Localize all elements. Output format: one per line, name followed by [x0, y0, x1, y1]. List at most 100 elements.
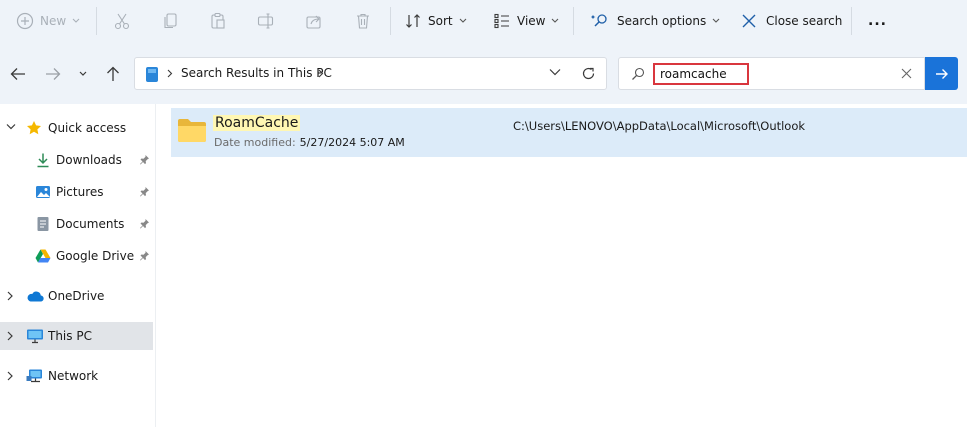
- breadcrumb[interactable]: Search Results in This PC: [181, 66, 332, 80]
- chevron-down-icon: [552, 18, 559, 23]
- documents-icon: [37, 217, 49, 231]
- chevron-right-icon[interactable]: [6, 291, 14, 301]
- folder-icon: [178, 119, 206, 142]
- arrow-right-icon: [935, 68, 948, 79]
- sidebar-item-onedrive[interactable]: OneDrive: [0, 282, 153, 310]
- list-view-icon: [494, 13, 509, 29]
- share-icon: [306, 15, 321, 29]
- rename-button[interactable]: [257, 8, 275, 34]
- chevron-down-icon: [79, 71, 87, 76]
- close-search-label: Close search: [766, 14, 843, 28]
- pin-icon[interactable]: [139, 218, 150, 229]
- chevron-right-icon: [167, 69, 173, 78]
- view-button-label: View: [517, 14, 546, 28]
- chevron-down-icon: [459, 18, 466, 23]
- forward-button[interactable]: [43, 64, 63, 84]
- download-icon: [37, 153, 49, 168]
- search-box[interactable]: [618, 57, 925, 90]
- date-modified-label: Date modified:: [214, 136, 296, 149]
- search-options-button[interactable]: Search options: [591, 8, 720, 34]
- list-item[interactable]: RoamCache Date modified: 5/27/2024 5:07 A…: [171, 108, 967, 157]
- close-search-button[interactable]: Close search: [741, 8, 842, 34]
- file-location: C:\Users\LENOVO\AppData\Local\Microsoft\…: [513, 119, 806, 133]
- toolbar-divider: [573, 7, 574, 35]
- navigation-pane: Quick access Downloads Pictures Document…: [0, 104, 156, 427]
- pictures-icon: [36, 186, 50, 198]
- sidebar-item-label: Quick access: [48, 121, 127, 135]
- sidebar-item-label: Network: [48, 369, 99, 383]
- pc-icon: [27, 329, 43, 344]
- search-icon: [632, 67, 645, 80]
- pin-icon[interactable]: [139, 186, 150, 197]
- address-row: Search Results in This PC: [0, 46, 967, 104]
- pin-icon[interactable]: [139, 250, 150, 261]
- more-options-button[interactable]: ...: [868, 8, 887, 34]
- sidebar-item-label: Downloads: [56, 153, 122, 167]
- onedrive-icon: [27, 291, 44, 302]
- copy-button[interactable]: [162, 8, 180, 34]
- sidebar-item-downloads[interactable]: Downloads: [0, 146, 153, 174]
- date-modified: Date modified: 5/27/2024 5:07 AM: [214, 136, 405, 149]
- star-icon: [27, 121, 41, 135]
- chevron-down-icon: [712, 18, 720, 23]
- sidebar-item-documents[interactable]: Documents: [0, 210, 153, 238]
- copy-icon: [164, 13, 177, 29]
- clipboard-icon: [211, 12, 225, 29]
- sidebar-item-this-pc[interactable]: This PC: [0, 322, 153, 350]
- chevron-right-icon[interactable]: [6, 371, 14, 381]
- sort-button-label: Sort: [428, 14, 453, 28]
- recent-locations-button[interactable]: [73, 64, 93, 84]
- chevron-right-icon[interactable]: [6, 331, 14, 341]
- clear-icon[interactable]: [901, 68, 912, 79]
- rename-icon: [257, 13, 274, 29]
- command-bar: New Sort View Search options Close searc…: [0, 0, 967, 46]
- more-options-label: ...: [868, 13, 887, 29]
- sidebar-item-quick-access[interactable]: Quick access: [0, 114, 153, 142]
- results-pane: RoamCache Date modified: 5/27/2024 5:07 A…: [157, 104, 967, 427]
- plus-circle-icon: [16, 12, 34, 30]
- toolbar-divider: [390, 7, 391, 35]
- delete-button[interactable]: [354, 8, 372, 34]
- sort-icon: [406, 14, 420, 28]
- arrow-up-icon: [107, 66, 119, 81]
- toolbar-divider: [96, 7, 97, 35]
- sidebar-item-label: Pictures: [56, 185, 104, 199]
- share-button[interactable]: [305, 8, 323, 34]
- pin-icon[interactable]: [139, 154, 150, 165]
- sidebar-item-label: OneDrive: [48, 289, 105, 303]
- date-modified-value: 5/27/2024 5:07 AM: [299, 136, 405, 149]
- paste-button[interactable]: [209, 8, 227, 34]
- new-button-label: New: [40, 14, 67, 28]
- new-button[interactable]: New: [16, 8, 80, 34]
- network-icon: [26, 369, 42, 383]
- chevron-down-icon[interactable]: [6, 123, 16, 131]
- sidebar-item-label: Documents: [56, 217, 125, 231]
- chevron-right-icon: [318, 69, 324, 78]
- scissors-icon: [114, 13, 130, 30]
- sidebar-item-google-drive[interactable]: Google Drive (G: [0, 242, 153, 270]
- back-button[interactable]: [8, 64, 28, 84]
- file-name[interactable]: RoamCache: [213, 115, 301, 131]
- chevron-down-icon[interactable]: [549, 68, 561, 76]
- chevron-down-icon: [72, 18, 80, 23]
- view-button[interactable]: View: [493, 8, 559, 34]
- arrow-left-icon: [10, 68, 25, 80]
- search-input[interactable]: [653, 63, 749, 85]
- sidebar-item-label: Google Drive (G: [56, 249, 136, 263]
- search-go-button[interactable]: [925, 57, 958, 90]
- search-options-label: Search options: [617, 14, 707, 28]
- search-options-icon: [591, 14, 607, 27]
- address-bar[interactable]: Search Results in This PC: [134, 57, 607, 90]
- up-button[interactable]: [103, 64, 123, 84]
- sidebar-item-network[interactable]: Network: [0, 362, 153, 390]
- refresh-icon[interactable]: [581, 66, 596, 81]
- sidebar-item-pictures[interactable]: Pictures: [0, 178, 153, 206]
- sidebar-item-label: This PC: [48, 329, 92, 343]
- google-drive-icon: [35, 249, 51, 263]
- search-results-icon: [146, 67, 158, 82]
- arrow-right-icon: [46, 68, 61, 80]
- cut-button[interactable]: [113, 8, 131, 34]
- sort-button[interactable]: Sort: [404, 8, 467, 34]
- trash-icon: [357, 13, 369, 29]
- toolbar-divider: [851, 7, 852, 35]
